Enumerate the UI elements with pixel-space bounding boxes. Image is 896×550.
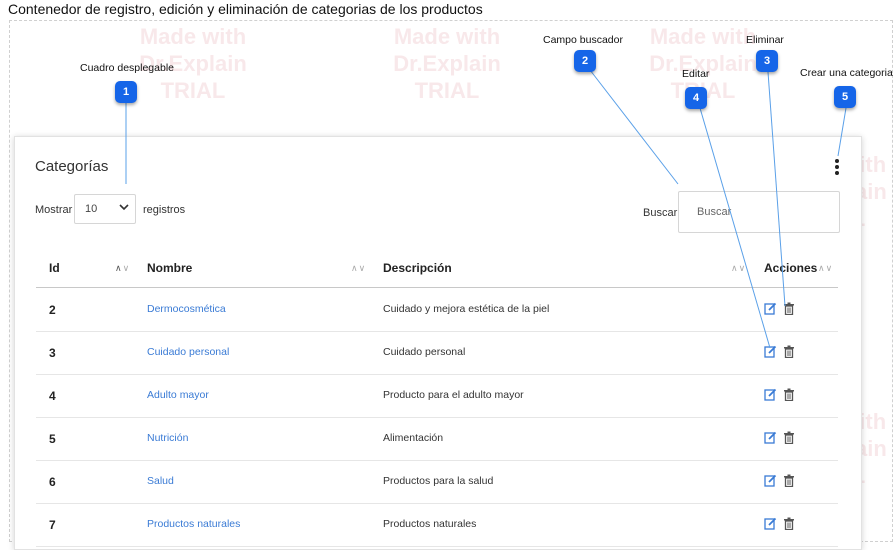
cell-description: Alimentación bbox=[383, 432, 444, 444]
chevron-down-icon bbox=[119, 204, 129, 211]
callout-badge-1[interactable]: 1 bbox=[115, 81, 137, 103]
trash-icon[interactable] bbox=[783, 474, 795, 487]
cell-id: 4 bbox=[49, 389, 56, 403]
trash-icon[interactable] bbox=[783, 431, 795, 444]
edit-icon[interactable] bbox=[764, 302, 777, 315]
length-label: Mostrar bbox=[35, 204, 73, 216]
kebab-vertical-icon[interactable] bbox=[832, 158, 842, 176]
column-header-descripcion[interactable]: Descripción bbox=[383, 261, 452, 275]
table-row: 6 Salud Productos para la salud bbox=[36, 460, 838, 504]
sort-icon[interactable]: ∧∨ bbox=[115, 263, 130, 274]
card-title: Categorías bbox=[35, 158, 109, 175]
cell-description: Productos para la salud bbox=[383, 475, 494, 487]
cell-id: 6 bbox=[49, 475, 56, 489]
table-row: 4 Adulto mayor Producto para el adulto m… bbox=[36, 374, 838, 418]
categories-card: Categorías Mostrar 10 registros Buscar I… bbox=[14, 136, 862, 550]
table-row: 3 Cuidado personal Cuidado personal bbox=[36, 331, 838, 375]
cell-name-link[interactable]: Salud bbox=[147, 475, 174, 487]
trash-icon[interactable] bbox=[783, 345, 795, 358]
column-header-acciones[interactable]: Acciones bbox=[764, 261, 817, 275]
records-label: registros bbox=[143, 204, 186, 216]
edit-icon[interactable] bbox=[764, 431, 777, 444]
cell-name-link[interactable]: Cuidado personal bbox=[147, 346, 229, 358]
cell-description: Producto para el adulto mayor bbox=[383, 389, 524, 401]
trash-icon[interactable] bbox=[783, 302, 795, 315]
sort-icon[interactable]: ∧∨ bbox=[731, 263, 746, 274]
cell-id: 7 bbox=[49, 518, 56, 532]
edit-icon[interactable] bbox=[764, 345, 777, 358]
cell-name-link[interactable]: Dermocosmética bbox=[147, 303, 226, 315]
page-length-value: 10 bbox=[85, 203, 98, 215]
callout-badge-2[interactable]: 2 bbox=[574, 50, 596, 72]
page-title: Contenedor de registro, edición y elimin… bbox=[8, 1, 483, 17]
trash-icon[interactable] bbox=[783, 517, 795, 530]
callout-label-1: Cuadro desplegable bbox=[80, 62, 174, 74]
trash-icon[interactable] bbox=[783, 388, 795, 401]
table-row: 7 Productos naturales Productos naturale… bbox=[36, 503, 838, 547]
edit-icon[interactable] bbox=[764, 517, 777, 530]
column-header-id[interactable]: Id bbox=[49, 261, 60, 275]
search-input[interactable] bbox=[678, 191, 840, 233]
cell-description: Cuidado y mejora estética de la piel bbox=[383, 303, 550, 315]
table-row: 2 Dermocosmética Cuidado y mejora estéti… bbox=[36, 288, 838, 332]
callout-label-5: Crear una categoria bbox=[800, 67, 893, 79]
column-header-nombre[interactable]: Nombre bbox=[147, 261, 192, 275]
callout-label-2: Campo buscador bbox=[543, 34, 623, 46]
edit-icon[interactable] bbox=[764, 474, 777, 487]
cell-name-link[interactable]: Productos naturales bbox=[147, 518, 240, 530]
table-row: 5 Nutrición Alimentación bbox=[36, 417, 838, 461]
cell-name-link[interactable]: Nutrición bbox=[147, 432, 188, 444]
edit-icon[interactable] bbox=[764, 388, 777, 401]
cell-id: 3 bbox=[49, 346, 56, 360]
sort-icon[interactable]: ∧∨ bbox=[351, 263, 366, 274]
callout-label-4: Editar bbox=[682, 68, 710, 80]
cell-description: Cuidado personal bbox=[383, 346, 466, 358]
page-length-select[interactable]: 10 bbox=[74, 194, 136, 224]
callout-badge-5[interactable]: 5 bbox=[834, 86, 856, 108]
cell-name-link[interactable]: Adulto mayor bbox=[147, 389, 209, 401]
cell-id: 2 bbox=[49, 303, 56, 317]
search-label: Buscar bbox=[643, 207, 678, 219]
sort-icon[interactable]: ∧∨ bbox=[818, 263, 833, 274]
cell-description: Productos naturales bbox=[383, 518, 477, 530]
callout-label-3: Eliminar bbox=[746, 34, 784, 46]
callout-badge-4[interactable]: 4 bbox=[685, 87, 707, 109]
callout-badge-3[interactable]: 3 bbox=[756, 50, 778, 72]
cell-id: 5 bbox=[49, 432, 56, 446]
